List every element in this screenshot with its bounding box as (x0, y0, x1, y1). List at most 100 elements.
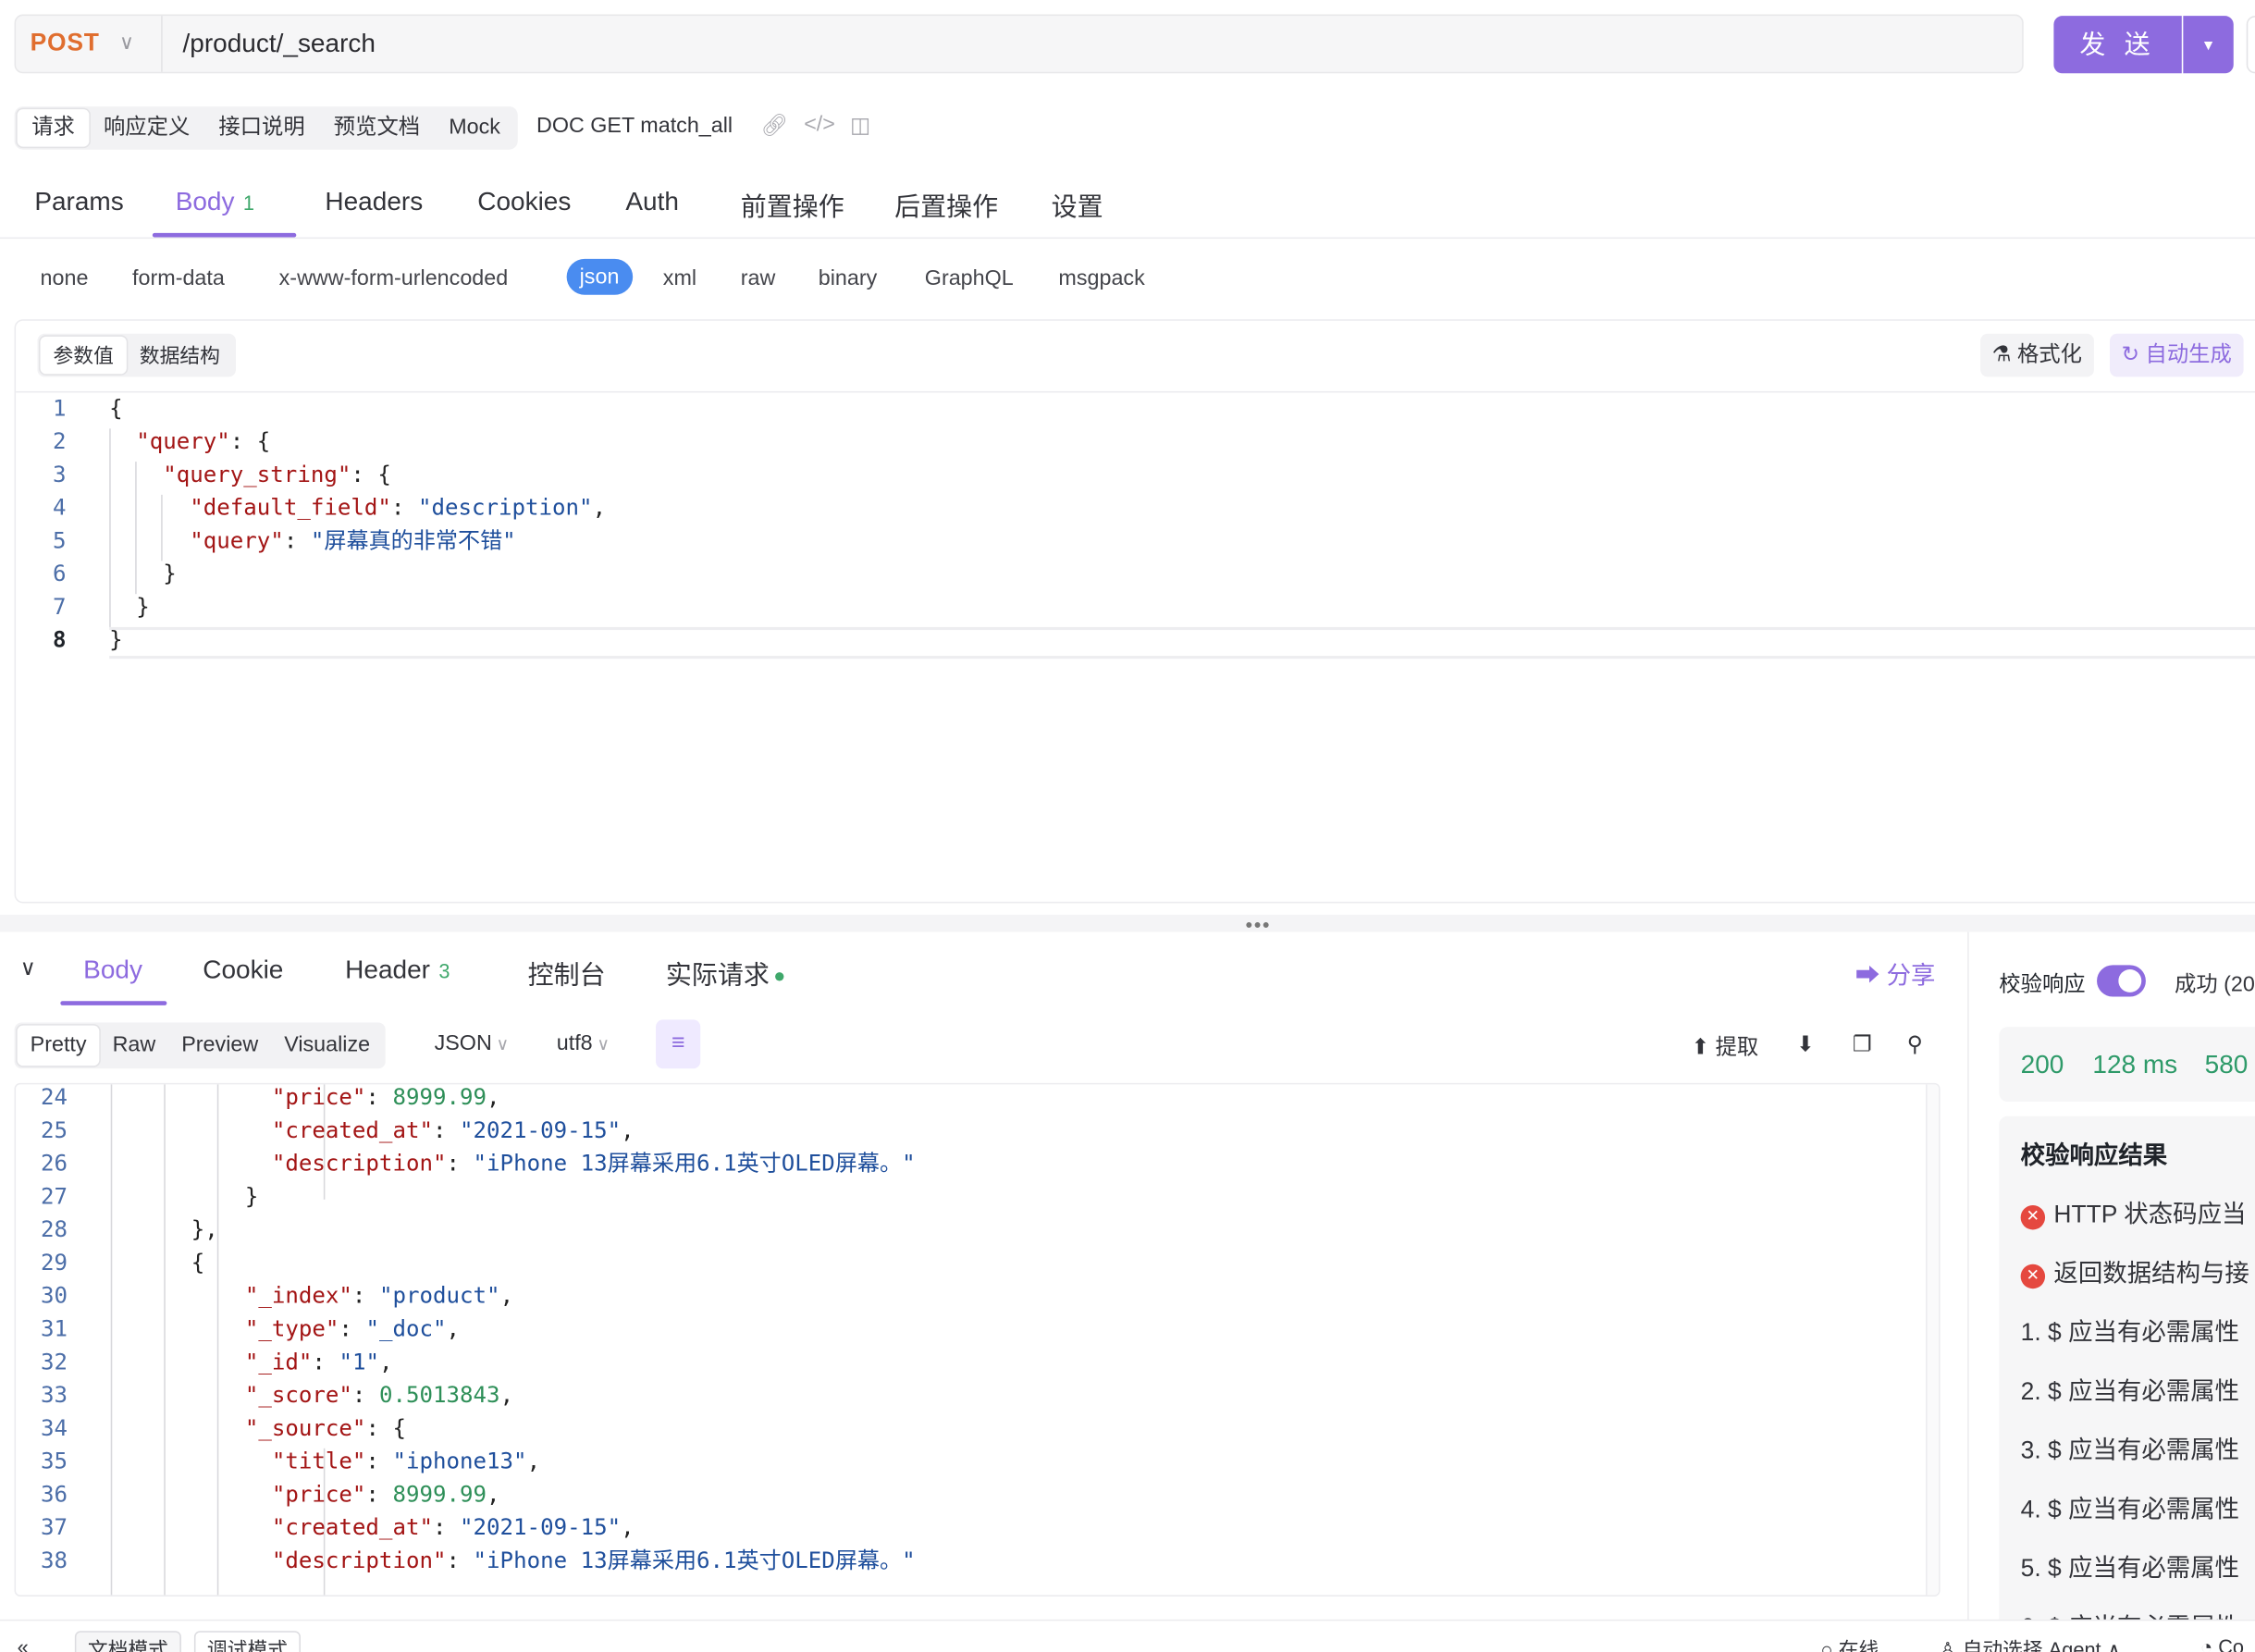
link-icon[interactable]: 🔗︎ (761, 112, 789, 138)
search-icon[interactable]: ⚲ (1907, 1031, 1923, 1056)
json-punct: : (446, 1150, 474, 1177)
encoding-select-value: utf8 (556, 1030, 593, 1056)
chevron-down-icon[interactable]: ∨ (119, 31, 134, 55)
tab-settings[interactable]: 设置 (1052, 187, 1103, 224)
format-select[interactable]: JSON ∨ (435, 1031, 510, 1055)
response-body-viewer[interactable]: 24 25 26 27 28 29 30 31 32 33 34 35 36 37 38 "price": … (14, 1082, 1941, 1597)
doc-tab-api-desc[interactable]: 接口说明 (204, 109, 319, 146)
tab-pre-operation[interactable]: 前置操作 (741, 187, 844, 224)
body-type-binary[interactable]: binary (819, 266, 878, 290)
doc-tab-preview[interactable]: 预览文档 (319, 109, 434, 146)
save-button-edge[interactable] (2246, 16, 2255, 74)
line-number: 4 (52, 494, 67, 521)
json-punct: , (621, 1514, 635, 1541)
json-number: 8999.99 (392, 1084, 487, 1111)
copy-icon[interactable]: ❐ (1853, 1031, 1872, 1056)
auto-generate-button[interactable]: ↻ 自动生成 (2110, 333, 2244, 377)
request-code-lines[interactable]: { "query": { "query_string": { "default_… (109, 392, 606, 657)
extract-button[interactable]: ⬆︎ 提取 (1692, 1031, 1759, 1062)
cookie-manager[interactable]: ◔ Co (2200, 1635, 2244, 1652)
code-line: "_index": "product", (111, 1280, 916, 1313)
collapse-left-icon[interactable]: « (18, 1635, 29, 1652)
format-button[interactable]: ⚗︎ 格式化 (1980, 333, 2094, 377)
json-punct: : (446, 1547, 474, 1574)
doc-mode-tab[interactable]: 文档模式 (74, 1631, 181, 1652)
response-code-lines[interactable]: "price": 8999.99, "created_at": "2021-09… (110, 1084, 916, 1577)
view-raw[interactable]: Raw (100, 1026, 169, 1066)
agent-select[interactable]: ♙ 自动选择 Agent ∧ (1939, 1635, 2122, 1652)
body-type-xml[interactable]: xml (663, 266, 696, 290)
success-select[interactable]: 成功 (20 (2175, 968, 2255, 998)
url-input[interactable]: /product/_search (182, 29, 375, 59)
tab-headers[interactable]: Headers (325, 187, 423, 217)
tab-post-operation[interactable]: 后置操作 (894, 187, 998, 224)
resp-tab-header[interactable]: Header 3 (345, 955, 450, 985)
collapse-chevron-icon[interactable]: ∨ (20, 955, 36, 980)
json-punct: : { (365, 1415, 406, 1442)
body-type-json[interactable]: json (566, 258, 633, 295)
tab-cookies[interactable]: Cookies (477, 187, 571, 217)
json-key: "query" (136, 428, 230, 455)
method-select[interactable]: POST (31, 29, 100, 57)
validation-error-text: HTTP 状态码应当 (2053, 1201, 2247, 1228)
response-time: 128 ms (2092, 1050, 2178, 1079)
resp-tab-actual-request[interactable]: 实际请求 (666, 955, 784, 992)
body-type-raw[interactable]: raw (741, 266, 776, 290)
validation-result-title: 校验响应结果 (2020, 1141, 2168, 1170)
doc-tab-request[interactable]: 请求 (17, 109, 90, 147)
drag-handle-icon[interactable]: ••• (1246, 913, 1272, 936)
status-code: 200 (2020, 1050, 2064, 1079)
code-icon[interactable]: </> (804, 112, 835, 136)
line-number: 28 (41, 1216, 68, 1243)
online-label: 在线 (1838, 1638, 1879, 1652)
line-number-gutter: 1 2 3 4 5 6 7 8 (15, 392, 67, 657)
tab-auth[interactable]: Auth (625, 187, 679, 217)
json-punct: , (621, 1117, 635, 1144)
body-type-urlencoded[interactable]: x-www-form-urlencoded (279, 266, 509, 290)
encoding-select[interactable]: utf8 ∨ (557, 1031, 610, 1055)
response-scrollbar[interactable] (1926, 1084, 1940, 1596)
validate-toggle[interactable] (2097, 965, 2146, 997)
view-visualize[interactable]: Visualize (271, 1026, 383, 1066)
line-number: 25 (41, 1117, 68, 1144)
view-pretty[interactable]: Pretty (17, 1025, 100, 1066)
code-line: { (109, 392, 606, 425)
cookie-icon: ◔ (2200, 1634, 2219, 1652)
json-punct (109, 462, 163, 487)
line-number: 2 (52, 428, 67, 455)
body-type-form-data[interactable]: form-data (132, 266, 225, 290)
code-line: "_source": { (111, 1412, 916, 1446)
doc-tab-mock[interactable]: Mock (435, 109, 515, 146)
resp-tab-cookie[interactable]: Cookie (203, 955, 283, 985)
json-punct: : (351, 1282, 379, 1309)
response-size: 580 (2204, 1050, 2249, 1079)
tab-param-values[interactable]: 参数值 (40, 336, 127, 375)
json-punct: { (110, 1250, 205, 1276)
body-type-none[interactable]: none (41, 266, 89, 290)
panel-icon[interactable]: ◫ (850, 112, 870, 138)
debug-mode-tab[interactable]: 调试模式 (193, 1631, 301, 1652)
download-icon[interactable]: ⬇︎ (1796, 1031, 1815, 1056)
json-key: "default_field" (190, 494, 391, 521)
tab-body[interactable]: Body 1 (176, 187, 254, 217)
json-string: "_doc" (365, 1315, 447, 1342)
tab-params[interactable]: Params (34, 187, 123, 217)
error-icon: ✕ (2020, 1205, 2046, 1230)
doc-tab-response-def[interactable]: 响应定义 (89, 109, 203, 146)
send-button[interactable]: 发 送 (2053, 16, 2182, 74)
chevron-up-icon: ∧ (2101, 1638, 2122, 1652)
online-status[interactable]: ○ 在线 (1821, 1635, 1879, 1652)
resp-tab-console[interactable]: 控制台 (528, 955, 606, 992)
resp-tab-body[interactable]: Body (83, 955, 142, 985)
body-type-graphql[interactable]: GraphQL (925, 266, 1014, 290)
resp-tab-actual-label: 实际请求 (665, 960, 770, 990)
share-button[interactable]: ⮕︎ 分享 (1855, 955, 1936, 991)
send-dropdown-icon[interactable]: ▾ (2183, 16, 2234, 74)
body-type-msgpack[interactable]: msgpack (1058, 266, 1144, 290)
view-preview[interactable]: Preview (168, 1026, 271, 1066)
json-key: "query" (190, 527, 284, 554)
word-wrap-icon[interactable]: ≡ (656, 1019, 701, 1069)
code-line: "query_string": { (109, 459, 606, 492)
pane-splitter[interactable] (0, 914, 2255, 932)
tab-data-structure[interactable]: 数据结构 (127, 337, 233, 374)
